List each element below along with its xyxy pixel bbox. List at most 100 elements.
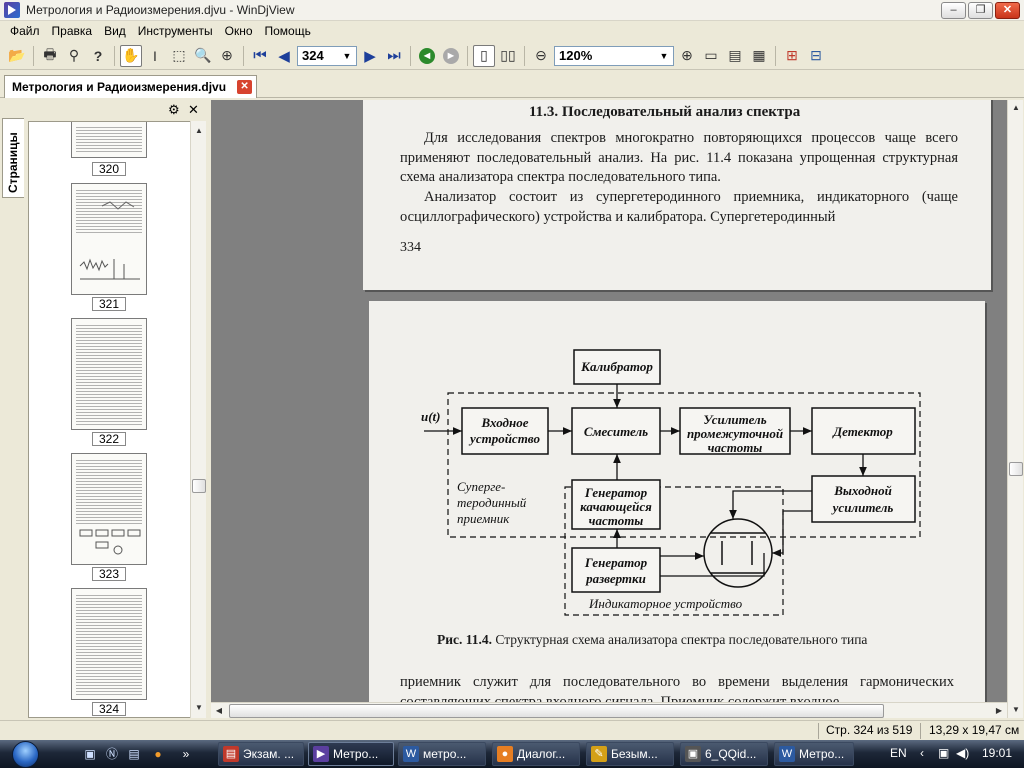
- hand-tool-icon[interactable]: ✋: [120, 44, 142, 67]
- more-quicklaunch-icon[interactable]: »: [178, 746, 194, 762]
- help-question-icon[interactable]: ?: [87, 45, 109, 67]
- scroll-up-icon[interactable]: ▲: [191, 123, 207, 139]
- sidebar-scrollbar[interactable]: ▲ ▼: [190, 121, 206, 718]
- close-tab-icon[interactable]: ✕: [237, 80, 253, 94]
- zoom-in-icon[interactable]: ⊕: [676, 45, 698, 67]
- menu-help[interactable]: Помощь: [259, 24, 317, 38]
- tray-expand-icon[interactable]: ‹: [920, 746, 924, 760]
- quicklaunch-app-icon[interactable]: Ⓝ: [104, 746, 120, 762]
- taskbar-item[interactable]: ▣ 6_QQid...: [680, 742, 768, 766]
- document-vertical-scrollbar[interactable]: ▲ ▼: [1007, 100, 1023, 718]
- svg-text:Смеситель: Смеситель: [584, 424, 648, 439]
- document-horizontal-scrollbar[interactable]: ◀ ▶: [211, 702, 1007, 718]
- page-thumbnail-323[interactable]: [71, 453, 147, 565]
- menu-tools[interactable]: Инструменты: [132, 24, 219, 38]
- gear-icon[interactable]: ⚙: [168, 102, 180, 118]
- thumbnail-label: 324: [92, 702, 126, 716]
- zoom-tool-icon[interactable]: 🔍: [192, 45, 214, 67]
- rotate-right-icon[interactable]: ⊟: [805, 45, 827, 67]
- maximize-button[interactable]: ❐: [968, 2, 993, 19]
- back-icon[interactable]: ◄: [416, 45, 438, 67]
- rect-select-icon[interactable]: ⬚: [168, 45, 190, 67]
- svg-text:Генератор: Генератор: [584, 485, 648, 500]
- thumbnail-diagram: [79, 529, 141, 555]
- taskbar-item[interactable]: W метро...: [398, 742, 486, 766]
- indicator-group-label: Индикаторное устройство: [588, 596, 743, 611]
- pages-side-tab[interactable]: Страницы: [2, 118, 24, 198]
- thumbnail-label: 320: [92, 162, 126, 176]
- close-icon[interactable]: ✕: [188, 102, 199, 118]
- firefox-icon: ●: [497, 746, 513, 762]
- menu-file[interactable]: Файл: [4, 24, 46, 38]
- svg-text:Детектор: Детектор: [832, 424, 893, 439]
- taskbar-item[interactable]: W Метро...: [774, 742, 854, 766]
- find-binoculars-icon[interactable]: ⚲: [63, 45, 85, 67]
- windjview-icon: ▶: [313, 746, 329, 762]
- taskbar-item[interactable]: ✎ Безым...: [586, 742, 674, 766]
- chevron-down-icon[interactable]: ▼: [657, 49, 671, 63]
- scroll-down-icon[interactable]: ▼: [1008, 702, 1024, 718]
- firefox-icon[interactable]: ●: [150, 746, 166, 762]
- text-select-icon[interactable]: I: [144, 45, 166, 67]
- two-page-icon[interactable]: ▯▯: [497, 45, 519, 67]
- sidebar-scroll-thumb[interactable]: [192, 479, 206, 493]
- zoom-combo[interactable]: 120% ▼: [554, 45, 674, 66]
- page-thumbnails-panel: 320 321 322 323 324: [28, 121, 191, 718]
- next-page-icon[interactable]: ▶: [359, 45, 381, 67]
- receiver-group-label: Суперге- теродинный приемник: [457, 479, 527, 526]
- scroll-up-icon[interactable]: ▲: [1008, 100, 1024, 116]
- scroll-left-icon[interactable]: ◀: [211, 703, 227, 719]
- menu-edit[interactable]: Правка: [46, 24, 99, 38]
- print-icon[interactable]: 🖶: [39, 45, 61, 67]
- svg-text:Генератор: Генератор: [584, 555, 648, 570]
- close-window-button[interactable]: ✕: [995, 2, 1020, 19]
- zoom-out-icon[interactable]: ⊖: [530, 45, 552, 67]
- prev-page-icon[interactable]: ◀: [273, 45, 295, 67]
- chevron-down-icon[interactable]: ▼: [340, 49, 354, 63]
- quicklaunch-window-icon[interactable]: ▤: [126, 746, 142, 762]
- document-tab[interactable]: Метрология и Радиоизмерения.djvu ✕: [4, 75, 258, 98]
- scan-generator-block: Генератор развертки: [571, 547, 661, 593]
- page-number-combo[interactable]: 324 ▼: [297, 45, 357, 66]
- document-tab-label: Метрология и Радиоизмерения.djvu: [12, 80, 227, 94]
- menu-window[interactable]: Окно: [219, 24, 259, 38]
- page-number: 334: [400, 240, 421, 255]
- page-thumbnail-322[interactable]: [71, 318, 147, 430]
- sweep-generator-block: Генератор качающейся частоты: [571, 479, 661, 530]
- clock[interactable]: 19:01: [982, 746, 1012, 760]
- scroll-down-icon[interactable]: ▼: [191, 700, 207, 716]
- word-icon: W: [779, 746, 795, 762]
- menu-view[interactable]: Вид: [98, 24, 132, 38]
- svg-text:промежуточной: промежуточной: [687, 426, 783, 441]
- horizontal-scroll-thumb[interactable]: [229, 704, 884, 718]
- pages-side-tab-label: Страницы: [6, 132, 20, 193]
- minimize-button[interactable]: –: [941, 2, 966, 19]
- rotate-left-icon[interactable]: ⊞: [781, 45, 803, 67]
- zoom-rect-icon[interactable]: ⊕: [216, 45, 238, 67]
- network-icon[interactable]: ▣: [938, 746, 949, 760]
- language-indicator[interactable]: EN: [890, 746, 907, 760]
- single-page-icon[interactable]: ▯: [473, 44, 495, 67]
- fit-width-icon[interactable]: ▭: [700, 45, 722, 67]
- paragraph-1: Для исследования спектров многократно по…: [400, 130, 958, 185]
- show-desktop-icon[interactable]: ▣: [82, 746, 98, 762]
- last-page-icon[interactable]: ⏭: [383, 45, 405, 67]
- start-button[interactable]: [6, 740, 46, 768]
- taskbar-item-active[interactable]: ▶ Метро...: [308, 742, 394, 766]
- svg-text:частоты: частоты: [708, 440, 763, 455]
- first-page-icon[interactable]: ⏮: [249, 45, 271, 67]
- svg-text:теродинный: теродинный: [457, 495, 527, 510]
- taskbar-item[interactable]: ● Диалог...: [492, 742, 580, 766]
- fit-page-icon[interactable]: ▤: [724, 45, 746, 67]
- scroll-right-icon[interactable]: ▶: [991, 703, 1007, 719]
- document-scroll-thumb[interactable]: [1009, 462, 1023, 476]
- page-thumbnail-321[interactable]: [71, 183, 147, 295]
- taskbar-item[interactable]: ▤ Экзам. ...: [218, 742, 304, 766]
- volume-icon[interactable]: ◀): [956, 746, 969, 760]
- page-thumbnail-320[interactable]: [71, 122, 147, 158]
- document-view[interactable]: 11.3. Последовательный анализ спектра Дл…: [211, 100, 1007, 702]
- open-folder-icon[interactable]: 📂: [6, 45, 28, 67]
- page-thumbnail-324[interactable]: [71, 588, 147, 700]
- forward-icon[interactable]: ►: [440, 45, 462, 67]
- actual-size-icon[interactable]: ▦: [748, 45, 770, 67]
